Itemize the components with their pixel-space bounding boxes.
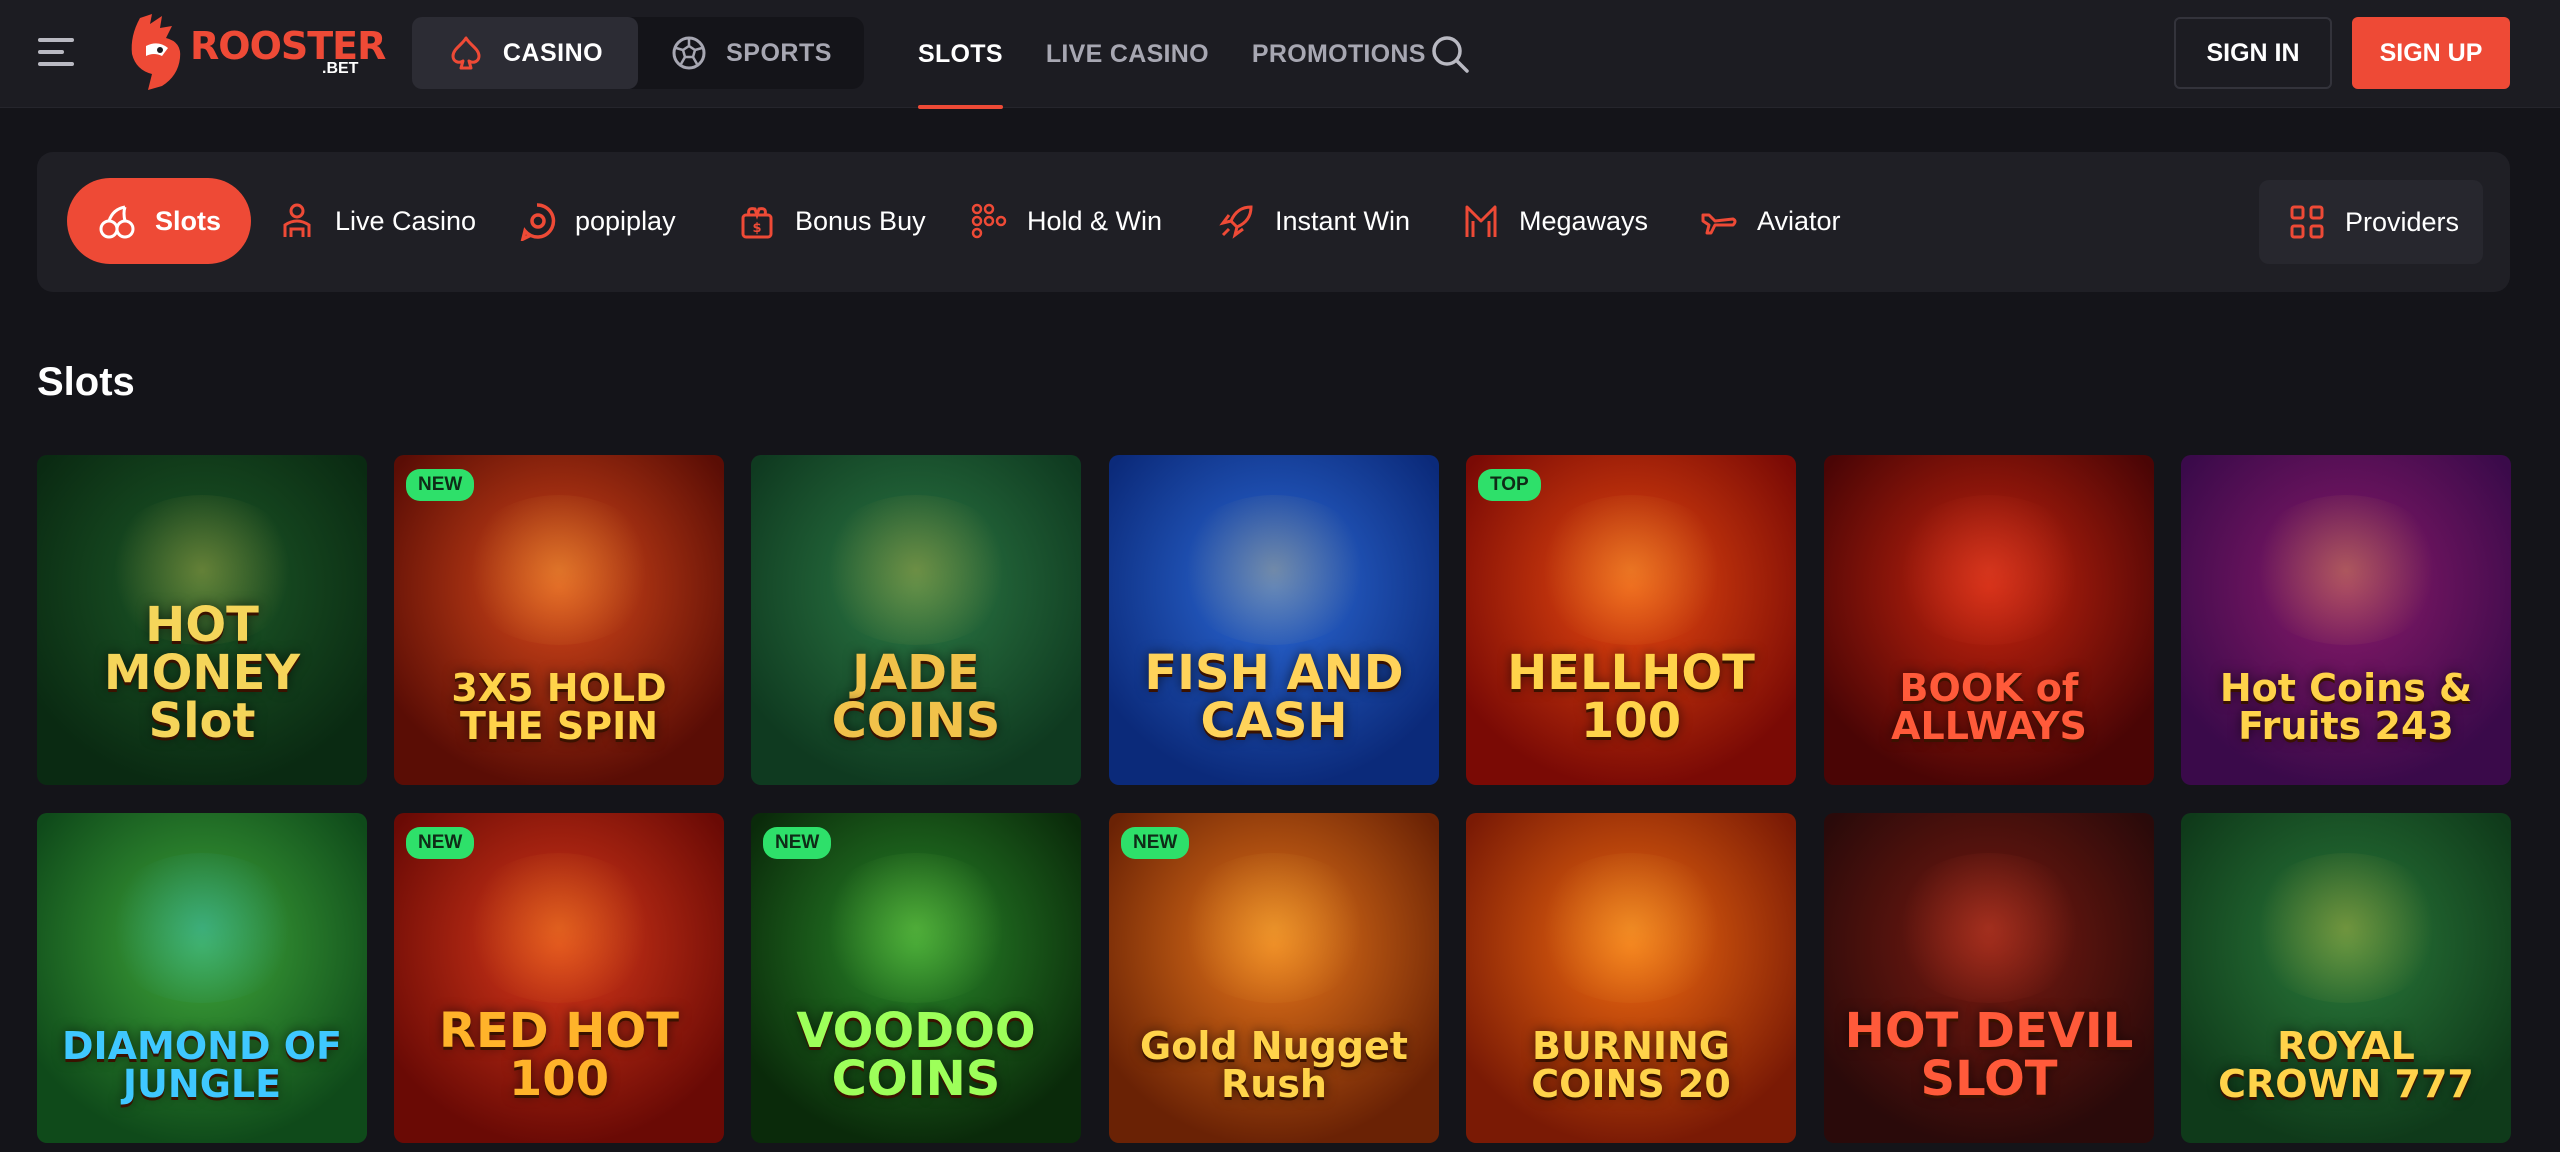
game-badge: NEW xyxy=(406,827,475,859)
cherries-icon xyxy=(99,205,135,239)
game-art xyxy=(1531,853,1731,1003)
grid-icon xyxy=(2290,205,2324,239)
providers-button[interactable]: Providers xyxy=(2259,180,2483,264)
game-art xyxy=(459,853,659,1003)
game-title: Gold Nugget Rush xyxy=(1140,1024,1408,1106)
rooster-head-icon xyxy=(131,14,181,90)
game-tile[interactable]: DIAMOND OF JUNGLE xyxy=(37,813,367,1143)
game-tile[interactable]: 3X5 HOLD THE SPIN NEW xyxy=(394,455,724,785)
providers-label: Providers xyxy=(2345,206,2460,237)
nav-promotions[interactable]: PROMOTIONS xyxy=(1252,0,1426,108)
game-tile[interactable]: Gold Nugget Rush NEW xyxy=(1109,813,1439,1143)
nav-live-casino[interactable]: LIVE CASINO xyxy=(1046,0,1209,108)
game-tile[interactable]: BOOK of ALLWAYS xyxy=(1824,455,2154,785)
game-art xyxy=(1531,495,1731,645)
game-tile[interactable]: HOT MONEY Slot xyxy=(37,455,367,785)
game-tile[interactable]: FISH AND CASH xyxy=(1109,455,1439,785)
megaways-icon xyxy=(1465,205,1497,237)
game-tile[interactable]: Hot Coins & Fruits 243 xyxy=(2181,455,2511,785)
dealer-icon xyxy=(283,203,311,237)
game-title: JADE COINS xyxy=(831,645,1001,749)
game-badge: NEW xyxy=(406,469,475,501)
casino-tab-label: CASINO xyxy=(502,38,604,67)
category-megaways[interactable]: Megaways xyxy=(1461,178,1648,264)
category-hold-win[interactable]: Hold & Win xyxy=(969,178,1162,264)
product-switch: CASINO SPORTS xyxy=(412,17,864,89)
game-art xyxy=(1889,495,2089,645)
casino-tab[interactable]: CASINO xyxy=(412,17,638,89)
category-instant-win[interactable]: Instant Win xyxy=(1217,178,1410,264)
game-title: BOOK of ALLWAYS xyxy=(1891,666,2087,748)
game-tile[interactable]: JADE COINS xyxy=(751,455,1081,785)
game-art xyxy=(1174,853,1374,1003)
sports-tab[interactable]: SPORTS xyxy=(638,17,864,89)
plane-icon xyxy=(1701,213,1737,235)
category-label: Slots xyxy=(155,205,222,236)
nav-slots[interactable]: SLOTS xyxy=(918,0,1003,109)
sports-tab-label: SPORTS xyxy=(726,38,832,67)
game-tile[interactable]: ROYAL CROWN 777 xyxy=(2181,813,2511,1143)
game-title: VOODOO COINS xyxy=(796,1003,1036,1107)
game-title: HOT DEVIL SLOT xyxy=(1844,1003,2134,1107)
game-art xyxy=(102,853,302,1003)
category-bonus-buy[interactable]: $ Bonus Buy xyxy=(737,178,926,264)
game-tile[interactable]: BURNING COINS 20 xyxy=(1466,813,1796,1143)
category-label: popiplay xyxy=(575,205,676,236)
search-icon[interactable] xyxy=(1428,32,1472,76)
game-badge: NEW xyxy=(763,827,832,859)
top-header: ROOSTER .BET CASINO SPORTS SLOTS LIVE CA… xyxy=(0,0,2560,109)
game-title: HELLHOT 100 xyxy=(1507,645,1755,749)
category-label: Aviator xyxy=(1757,205,1841,236)
game-title: FISH AND CASH xyxy=(1144,645,1404,749)
category-popiplay[interactable]: popiplay xyxy=(517,178,676,264)
spade-icon xyxy=(451,36,481,70)
category-label: Megaways xyxy=(1519,205,1649,236)
svg-text:$: $ xyxy=(752,221,761,236)
soccer-ball-icon xyxy=(672,36,706,70)
category-label: Hold & Win xyxy=(1027,205,1163,236)
game-art xyxy=(1889,853,2089,1003)
game-title: RED HOT 100 xyxy=(438,1003,680,1107)
game-art xyxy=(816,853,1016,1003)
category-slots[interactable]: Slots xyxy=(67,178,252,264)
section-title: Slots xyxy=(37,360,135,404)
sign-up-button[interactable]: SIGN UP xyxy=(2352,17,2510,89)
game-title: HOT MONEY Slot xyxy=(103,597,301,749)
game-title: 3X5 HOLD THE SPIN xyxy=(451,666,667,748)
category-aviator[interactable]: Aviator xyxy=(1699,178,1841,264)
game-tile[interactable]: HELLHOT 100 TOP xyxy=(1466,455,1796,785)
logo-sub: .BET xyxy=(322,60,359,77)
game-tile[interactable]: RED HOT 100 NEW xyxy=(394,813,724,1143)
menu-icon[interactable] xyxy=(38,38,76,68)
category-label: Live Casino xyxy=(335,205,477,236)
game-badge: TOP xyxy=(1478,469,1541,501)
game-title: BURNING COINS 20 xyxy=(1531,1024,1731,1106)
game-art xyxy=(2246,853,2446,1003)
game-art xyxy=(816,495,1016,645)
game-art xyxy=(1174,495,1374,645)
gift-icon: $ xyxy=(741,207,773,239)
category-bar: Slots Live Casino popiplay $ Bonus Buy H… xyxy=(37,152,2510,292)
rocket-icon xyxy=(1219,205,1253,239)
game-art xyxy=(459,495,659,645)
top-nav: SLOTS LIVE CASINO PROMOTIONS xyxy=(918,0,1426,109)
game-title: Hot Coins & Fruits 243 xyxy=(2219,666,2473,748)
game-tile[interactable]: VOODOO COINS NEW xyxy=(751,813,1081,1143)
rooster-logo[interactable]: ROOSTER .BET xyxy=(122,10,386,96)
dots-icon xyxy=(971,203,1007,239)
game-badge: NEW xyxy=(1121,827,1190,859)
category-label: Bonus Buy xyxy=(795,205,926,236)
game-title: ROYAL CROWN 777 xyxy=(2218,1024,2474,1106)
game-title: DIAMOND OF JUNGLE xyxy=(61,1024,343,1106)
popiplay-icon xyxy=(520,203,556,241)
sign-in-button[interactable]: SIGN IN xyxy=(2174,17,2332,89)
category-label: Instant Win xyxy=(1275,205,1411,236)
game-art xyxy=(2246,495,2446,645)
category-live-casino[interactable]: Live Casino xyxy=(277,178,476,264)
game-tile[interactable]: HOT DEVIL SLOT xyxy=(1824,813,2154,1143)
